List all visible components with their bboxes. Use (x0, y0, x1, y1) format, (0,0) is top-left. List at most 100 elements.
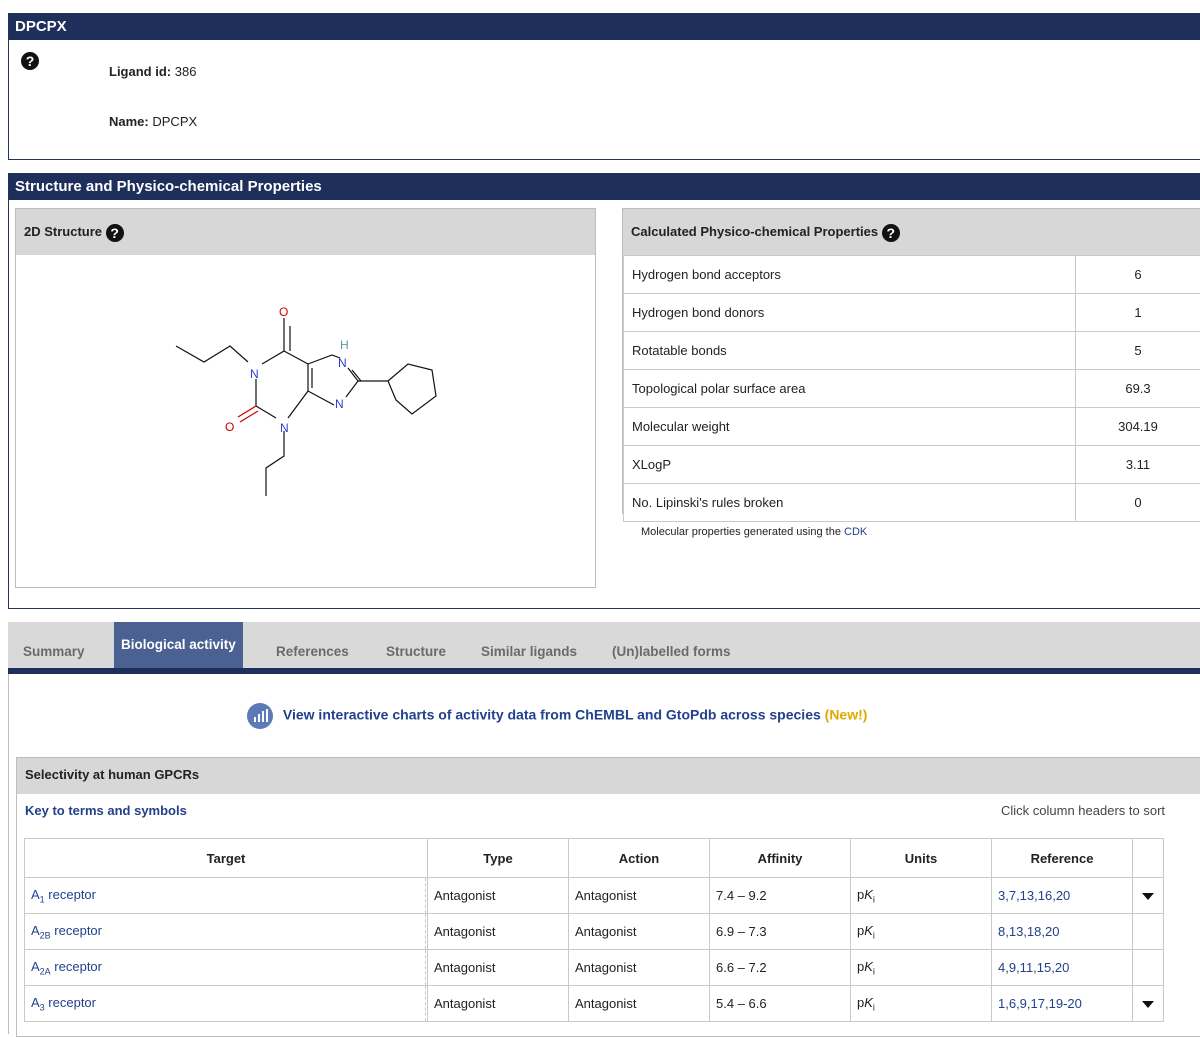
type-cell: Antagonist (428, 986, 569, 1022)
target-suffix: receptor (51, 923, 102, 938)
atom-label: N (335, 397, 344, 411)
target-cell: A2A receptor (25, 950, 428, 986)
type-cell: Antagonist (428, 914, 569, 950)
units-symbol: K (864, 959, 873, 974)
property-value: 3.11 (1076, 446, 1200, 484)
help-icon[interactable]: ? (21, 52, 39, 70)
table-row: A1 receptorAntagonistAntagonist7.4 – 9.2… (25, 878, 1164, 914)
expand-cell (1133, 950, 1164, 986)
units-symbol: K (864, 923, 873, 938)
type-cell: Antagonist (428, 950, 569, 986)
reference-cell: 8,13,18,20 (992, 914, 1133, 950)
help-icon[interactable]: ? (106, 224, 124, 242)
property-label: No. Lipinski's rules broken (624, 484, 1076, 522)
structure-box-title: 2D Structure (24, 224, 102, 239)
properties-box-title: Calculated Physico-chemical Properties (631, 224, 878, 239)
cell-divider (425, 986, 426, 1021)
selectivity-toolbar: Key to terms and symbols Click column he… (17, 794, 1200, 828)
cdk-note: Molecular properties generated using the… (641, 526, 867, 538)
tab-structure[interactable]: Structure (386, 636, 446, 668)
column-header-reference[interactable]: Reference (992, 839, 1133, 878)
units-subscript: i (873, 966, 875, 976)
ligand-id-label: Ligand id: (109, 64, 171, 79)
ligand-name-label: Name: (109, 114, 149, 129)
tab-summary[interactable]: Summary (23, 636, 85, 668)
target-suffix: receptor (51, 959, 102, 974)
units-cell: pKi (851, 986, 992, 1022)
target-link[interactable]: A2B receptor (31, 923, 102, 938)
affinity-cell: 5.4 – 6.6 (710, 986, 851, 1022)
column-header-affinity[interactable]: Affinity (710, 839, 851, 878)
table-row: A2A receptorAntagonistAntagonist6.6 – 7.… (25, 950, 1164, 986)
properties-table: Hydrogen bond acceptors6Hydrogen bond do… (623, 255, 1200, 522)
cell-divider (425, 878, 426, 913)
target-link[interactable]: A1 receptor (31, 887, 96, 902)
cell-divider (425, 914, 426, 949)
molecule-2d-structure: O O N N N N H (16, 256, 595, 586)
affinity-cell: 6.6 – 7.2 (710, 950, 851, 986)
selectivity-header: Selectivity at human GPCRs (17, 758, 1200, 794)
column-header-expand (1133, 839, 1164, 878)
selectivity-title: Selectivity at human GPCRs (25, 767, 199, 782)
ligand-panel: DPCPX ? Ligand id: 386 Name: DPCPX (8, 13, 1200, 160)
structure-panel: Structure and Physico-chemical Propertie… (8, 173, 1200, 609)
property-value: 5 (1076, 332, 1200, 370)
target-link[interactable]: A3 receptor (31, 995, 96, 1010)
tab-references[interactable]: References (276, 636, 349, 668)
target-link[interactable]: A2A receptor (31, 959, 102, 974)
reference-link[interactable]: 8,13,18,20 (998, 924, 1059, 939)
units-subscript: i (873, 930, 875, 940)
type-cell: Antagonist (428, 878, 569, 914)
reference-link[interactable]: 3,7,13,16,20 (998, 888, 1070, 903)
key-to-terms-link[interactable]: Key to terms and symbols (25, 794, 187, 828)
units-symbol: K (864, 995, 873, 1010)
property-value: 0 (1076, 484, 1200, 522)
atom-label: N (280, 421, 289, 435)
tab-unlabelled-forms[interactable]: (Un)labelled forms (612, 636, 731, 668)
column-header-target[interactable]: Target (25, 839, 428, 878)
property-row: Rotatable bonds5 (624, 332, 1200, 370)
units-subscript: i (873, 1002, 875, 1012)
reference-cell: 3,7,13,16,20 (992, 878, 1133, 914)
target-subscript: 2B (40, 930, 51, 940)
sort-hint: Click column headers to sort (1001, 794, 1165, 828)
reference-link[interactable]: 4,9,11,15,20 (998, 960, 1069, 975)
column-header-units[interactable]: Units (851, 839, 992, 878)
target-cell: A3 receptor (25, 986, 428, 1022)
cdk-link[interactable]: CDK (844, 526, 867, 538)
interactive-charts-line: View interactive charts of activity data… (247, 703, 867, 729)
table-row: A3 receptorAntagonistAntagonist5.4 – 6.6… (25, 986, 1164, 1022)
column-header-action[interactable]: Action (569, 839, 710, 878)
property-row: Molecular weight304.19 (624, 408, 1200, 446)
property-label: Hydrogen bond donors (624, 294, 1076, 332)
tab-similar-ligands[interactable]: Similar ligands (481, 636, 577, 668)
action-cell: Antagonist (569, 986, 710, 1022)
property-value: 1 (1076, 294, 1200, 332)
reference-cell: 4,9,11,15,20 (992, 950, 1133, 986)
action-cell: Antagonist (569, 878, 710, 914)
properties-box: Calculated Physico-chemical Properties ?… (622, 208, 1200, 514)
reference-cell: 1,6,9,17,19-20 (992, 986, 1133, 1022)
expand-cell (1133, 878, 1164, 914)
ligand-name-line: Name: DPCPX (109, 114, 197, 129)
property-label: XLogP (624, 446, 1076, 484)
structure-panel-title: Structure and Physico-chemical Propertie… (9, 174, 1200, 200)
tab-biological-activity[interactable]: Biological activity (114, 622, 243, 668)
structure-box-header: 2D Structure ? (16, 209, 595, 255)
affinity-cell: 7.4 – 9.2 (710, 878, 851, 914)
interactive-charts-link[interactable]: View interactive charts of activity data… (283, 707, 821, 723)
column-header-type[interactable]: Type (428, 839, 569, 878)
ligand-name-value: DPCPX (152, 114, 197, 129)
bar-chart-icon[interactable] (247, 703, 273, 729)
cdk-note-text: Molecular properties generated using the (641, 526, 841, 538)
property-row: Hydrogen bond donors1 (624, 294, 1200, 332)
units-cell: pKi (851, 878, 992, 914)
reference-link[interactable]: 1,6,9,17,19-20 (998, 996, 1082, 1011)
atom-label: N (250, 367, 259, 381)
help-icon[interactable]: ? (882, 224, 900, 242)
expand-arrow-icon[interactable] (1142, 1001, 1154, 1008)
ligand-panel-title: DPCPX (9, 14, 1200, 40)
property-value: 69.3 (1076, 370, 1200, 408)
property-label: Rotatable bonds (624, 332, 1076, 370)
expand-arrow-icon[interactable] (1142, 893, 1154, 900)
